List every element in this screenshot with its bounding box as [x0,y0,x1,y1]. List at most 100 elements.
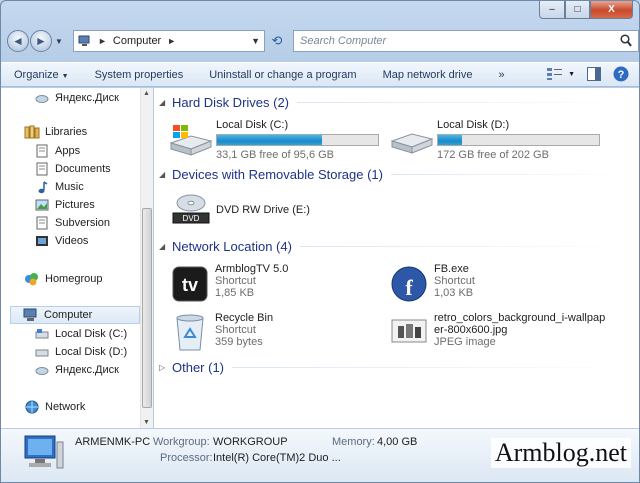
sidebar-item-computer[interactable]: Computer [10,306,140,324]
sidebar-item-label: Яндекс.Диск [55,92,119,104]
sidebar-item-label: Homegroup [45,273,103,285]
system-properties-button[interactable]: System properties [95,69,184,81]
sidebar-item-documents[interactable]: Documents [34,160,111,178]
subversion-library-icon [34,215,50,231]
chevron-down-icon: ▼ [61,72,69,80]
item-size: 1,03 KB [434,287,474,299]
music-icon [34,179,50,195]
item-size: 1,85 KB [215,287,255,299]
recent-pages-dropdown[interactable]: ▼ [55,37,63,46]
sidebar-item-homegroup[interactable]: Homegroup [24,270,102,288]
group-divider [299,246,629,247]
breadcrumb-computer[interactable]: Computer [113,35,161,47]
drive-name: DVD RW Drive (E:) [216,204,310,216]
network-item-recycle-bin[interactable]: Recycle Bin Shortcut 359 bytes [171,312,273,352]
sidebar-item-label: Apps [55,145,81,157]
forward-arrow-icon: ► [35,34,47,48]
sidebar-item-local-disk-c[interactable]: Local Disk (C:) [34,325,127,343]
uninstall-program-button[interactable]: Uninstall or change a program [209,69,356,81]
network-item-fb-exe[interactable]: f FB.exe Shortcut 1,03 KB [390,263,475,303]
scroll-down-icon[interactable]: ▼ [143,419,150,426]
address-bar[interactable]: ► Computer ► ▼ [73,30,265,52]
group-header-hard-disk-drives[interactable]: ◢ Hard Disk Drives (2) [159,95,629,110]
sidebar-item-label: Libraries [45,126,88,138]
pictures-icon [34,197,50,213]
sidebar-item-local-disk-d[interactable]: Local Disk (D:) [34,343,127,361]
minimize-button[interactable]: – [539,1,565,19]
preview-pane-icon [587,67,601,81]
close-button[interactable]: X [590,1,633,19]
breadcrumb-chevron-icon[interactable]: ► [98,36,107,46]
network-item-armblogtv[interactable]: tv ArmblogTV 5.0 Shortcut 1,85 KB [171,263,288,303]
search-icon[interactable] [620,34,632,48]
svg-text:tv: tv [182,275,198,295]
recycle-bin-icon [176,314,204,351]
help-button[interactable]: ? [613,66,629,82]
collapse-triangle-icon[interactable]: ◢ [159,170,172,179]
chevron-down-icon: ▼ [568,70,575,78]
drive-name: Local Disk (C:) [216,119,289,131]
change-view-button[interactable]: ▼ [546,67,575,81]
expand-triangle-icon[interactable]: ▷ [159,363,172,372]
documents-icon [34,161,50,177]
refresh-button[interactable]: ⟲ [268,31,286,51]
navigation-bar: ◄ ► ▼ ► Computer ► ▼ ⟲ Search Computer [7,28,639,54]
group-title: Hard Disk Drives (2) [172,95,290,110]
sidebar-item-yandex-disk-top[interactable]: Яндекс.Диск [34,89,119,107]
network-icon [24,399,40,415]
navigation-scrollbar[interactable]: ▲ ▼ [140,88,153,428]
scrollbar-thumb[interactable] [142,208,152,408]
scroll-up-icon[interactable]: ▲ [143,90,150,97]
preview-pane-button[interactable] [587,67,601,81]
group-header-network-location[interactable]: ◢ Network Location (4) [159,239,629,254]
drive-usage-fill [217,135,323,145]
group-title: Other (1) [172,360,225,375]
sidebar-item-videos[interactable]: Videos [34,232,88,250]
address-dropdown-icon[interactable]: ▼ [251,36,260,46]
drive-local-disk-d[interactable]: Local Disk (D:) 172 GB free of 202 GB [390,119,600,161]
forward-button[interactable]: ► [30,30,52,52]
maximize-button[interactable]: □ [565,1,590,19]
hard-drive-icon [390,133,434,154]
sidebar-item-label: Documents [55,163,111,175]
breadcrumb-chevron-icon[interactable]: ► [167,36,176,46]
sidebar-item-yandex-disk[interactable]: Яндекс.Диск [34,361,119,379]
view-tiles-icon [547,68,563,80]
drive-name: Local Disk (D:) [437,119,510,131]
svg-text:?: ? [618,69,625,81]
group-header-other[interactable]: ▷ Other (1) [159,360,629,375]
refresh-icon: ⟲ [271,33,283,48]
sidebar-item-network[interactable]: Network [24,398,85,416]
content-pane: ◢ Hard Disk Drives (2) Local Disk (C:) 3… [154,88,639,428]
command-bar: Organize ▼ System properties Uninstall or… [1,62,639,87]
yandex-disk-icon [34,90,50,106]
sidebar-item-label: Videos [55,235,89,247]
sidebar-item-subversion[interactable]: Subversion [34,214,110,232]
item-name-line2: er-800x600.jpg [434,324,508,336]
item-name: ArmblogTV 5.0 [215,263,289,275]
workgroup-value: WORKGROUP [213,436,288,448]
item-info: ArmblogTV 5.0 Shortcut 1,85 KB [215,263,288,303]
drive-local-disk-c[interactable]: Local Disk (C:) 33,1 GB free of 95,6 GB [169,119,379,161]
more-commands-button[interactable]: » [498,69,504,81]
collapse-triangle-icon[interactable]: ◢ [159,242,172,251]
item-name-line1: retro_colors_background_i-wallpap [434,312,606,324]
svg-text:DVD: DVD [183,214,200,223]
network-item-wallpaper-jpg[interactable]: retro_colors_background_i-wallpap er-800… [390,312,605,352]
sidebar-item-music[interactable]: Music [34,178,84,196]
organize-button[interactable]: Organize ▼ [14,69,69,81]
drive-dvd-rw-e[interactable]: DVD DVD RW Drive (E:) [169,191,310,231]
sidebar-item-pictures[interactable]: Pictures [34,196,95,214]
sidebar-item-apps[interactable]: Apps [34,142,80,160]
search-input[interactable]: Search Computer [293,30,639,52]
sidebar-item-label: Pictures [55,199,95,211]
drive-info: DVD RW Drive (E:) [216,191,310,231]
yandex-disk-icon [34,362,50,378]
collapse-triangle-icon[interactable]: ◢ [159,98,172,107]
group-header-removable-storage[interactable]: ◢ Devices with Removable Storage (1) [159,167,629,182]
map-network-drive-button[interactable]: Map network drive [383,69,473,81]
sidebar-item-libraries[interactable]: Libraries [24,123,87,141]
back-button[interactable]: ◄ [7,30,29,52]
search-placeholder: Search Computer [300,35,387,47]
facebook-icon: f [391,266,427,302]
